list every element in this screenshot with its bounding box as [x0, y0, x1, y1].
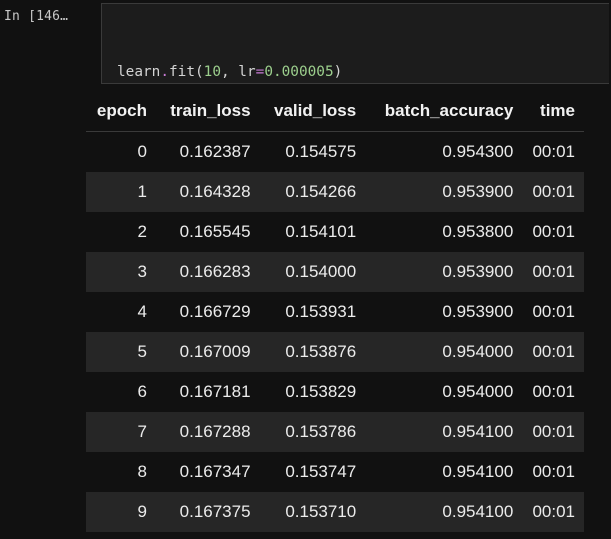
cell-valid-loss: 0.154000 — [259, 252, 366, 292]
cell-epoch: 3 — [86, 252, 156, 292]
cell-time: 00:01 — [522, 492, 584, 532]
cell-train-loss: 0.164328 — [155, 172, 260, 212]
cell-batch-accuracy: 0.954000 — [365, 332, 523, 372]
table-row: 5 0.167009 0.153876 0.954000 00:01 — [86, 332, 584, 372]
code-token: learn — [117, 64, 161, 80]
table-row: 4 0.166729 0.153931 0.953900 00:01 — [86, 292, 584, 332]
cell-time: 00:01 — [522, 252, 584, 292]
cell-valid-loss: 0.153931 — [259, 292, 366, 332]
cell-epoch: 8 — [86, 452, 156, 492]
code-token: . — [160, 64, 169, 80]
cell-epoch: 0 — [86, 131, 156, 172]
cell-valid-loss: 0.153710 — [259, 492, 366, 532]
column-header-train-loss: train_loss — [155, 90, 260, 132]
cell-epoch: 2 — [86, 212, 156, 252]
cell-epoch: 9 — [86, 492, 156, 532]
code-cell-editor[interactable]: learn.fit(10, lr=0.000005) plt.plot(L(le… — [101, 3, 609, 146]
cell-train-loss: 0.165545 — [155, 212, 260, 252]
cell-batch-accuracy: 0.953900 — [365, 292, 523, 332]
table-row: 8 0.167347 0.153747 0.954100 00:01 — [86, 452, 584, 492]
cell-valid-loss: 0.154266 — [259, 172, 366, 212]
cell-train-loss: 0.162387 — [155, 131, 260, 172]
cell-train-loss: 0.167009 — [155, 332, 260, 372]
code-line-1: learn.fit(10, lr=0.000005) — [117, 61, 507, 83]
cell-epoch: 1 — [86, 172, 156, 212]
cell-epoch: 7 — [86, 412, 156, 452]
cell-epoch: 5 — [86, 332, 156, 372]
cell-train-loss: 0.167181 — [155, 372, 260, 412]
cell-batch-accuracy: 0.953800 — [365, 212, 523, 252]
cell-time: 00:01 — [522, 332, 584, 372]
cell-valid-loss: 0.154101 — [259, 212, 366, 252]
code-token: , lr — [220, 64, 256, 80]
cell-time: 00:01 — [522, 372, 584, 412]
table-row: 3 0.166283 0.154000 0.953900 00:01 — [86, 252, 584, 292]
code-token: 10 — [203, 64, 221, 80]
table-row: 9 0.167375 0.153710 0.954100 00:01 — [86, 492, 584, 532]
cell-batch-accuracy: 0.953900 — [365, 252, 523, 292]
cell-train-loss: 0.167347 — [155, 452, 260, 492]
cell-batch-accuracy: 0.954300 — [365, 131, 523, 172]
code-token: = — [255, 64, 265, 80]
cell-batch-accuracy: 0.953900 — [365, 172, 523, 212]
column-header-time: time — [522, 90, 584, 132]
cell-time: 00:01 — [522, 212, 584, 252]
cell-time: 00:01 — [522, 172, 584, 212]
table-header-row: epoch train_loss valid_loss batch_accura… — [86, 90, 584, 132]
cell-valid-loss: 0.153747 — [259, 452, 366, 492]
code-token: fit( — [169, 64, 204, 80]
cell-valid-loss: 0.153786 — [259, 412, 366, 452]
table-row: 6 0.167181 0.153829 0.954000 00:01 — [86, 372, 584, 412]
cell-train-loss: 0.166729 — [155, 292, 260, 332]
column-header-batch-accuracy: batch_accuracy — [365, 90, 523, 132]
table-row: 2 0.165545 0.154101 0.953800 00:01 — [86, 212, 584, 252]
cell-train-loss: 0.167288 — [155, 412, 260, 452]
cell-valid-loss: 0.154575 — [259, 131, 366, 172]
cell-train-loss: 0.167375 — [155, 492, 260, 532]
cell-batch-accuracy: 0.954100 — [365, 412, 523, 452]
training-results-table: epoch train_loss valid_loss batch_accura… — [86, 90, 584, 532]
cell-time: 00:01 — [522, 131, 584, 172]
code-token: ) — [333, 64, 343, 80]
table-row: 0 0.162387 0.154575 0.954300 00:01 — [86, 131, 584, 172]
cell-valid-loss: 0.153829 — [259, 372, 366, 412]
cell-epoch: 4 — [86, 292, 156, 332]
code-token: 0.000005 — [264, 64, 334, 80]
cell-valid-loss: 0.153876 — [259, 332, 366, 372]
table-row: 1 0.164328 0.154266 0.953900 00:01 — [86, 172, 584, 212]
cell-batch-accuracy: 0.954000 — [365, 372, 523, 412]
cell-train-loss: 0.166283 — [155, 252, 260, 292]
column-header-valid-loss: valid_loss — [259, 90, 366, 132]
cell-time: 00:01 — [522, 412, 584, 452]
cell-prompt-label: In [146… — [4, 9, 69, 24]
column-header-epoch: epoch — [86, 90, 156, 132]
cell-batch-accuracy: 0.954100 — [365, 492, 523, 532]
table-body: 0 0.162387 0.154575 0.954300 00:01 1 0.164328 0… — [86, 131, 584, 532]
table-row: 7 0.167288 0.153786 0.954100 00:01 — [86, 412, 584, 452]
cell-batch-accuracy: 0.954100 — [365, 452, 523, 492]
cell-epoch: 6 — [86, 372, 156, 412]
cell-time: 00:01 — [522, 292, 584, 332]
cell-time: 00:01 — [522, 452, 584, 492]
